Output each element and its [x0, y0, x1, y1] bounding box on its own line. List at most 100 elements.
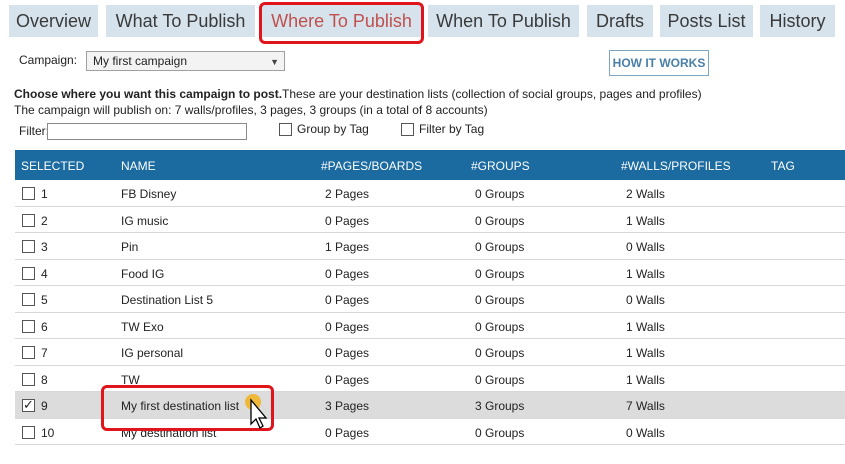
- row-select-checkbox[interactable]: [22, 240, 35, 253]
- row-select-checkbox[interactable]: [22, 397, 35, 413]
- filter-input[interactable]: [47, 123, 247, 140]
- instructions-text: Choose where you want this campaign to p…: [14, 87, 702, 101]
- table-row[interactable]: 9 My first destination list 3 Pages 3 Group…: [15, 392, 845, 419]
- table-row[interactable]: 8 TW 0 Pages 0 Groups 1 Walls: [15, 365, 845, 392]
- row-groups: 0 Groups: [475, 266, 525, 281]
- row-select-checkbox[interactable]: [22, 425, 35, 439]
- row-number: 3: [41, 240, 48, 254]
- row-select-checkbox[interactable]: [22, 213, 35, 227]
- row-number: 4: [41, 266, 48, 281]
- instructions-bold: Choose where you want this campaign to p…: [14, 87, 283, 101]
- row-groups: 3 Groups: [475, 399, 525, 413]
- row-pages: 0 Pages: [325, 293, 370, 307]
- tab-bar: Overview What To Publish Where To Publis…: [0, 0, 845, 44]
- row-groups: 0 Groups: [475, 213, 525, 228]
- row-groups: 0 Groups: [475, 187, 525, 201]
- row-pages: 0 Pages: [325, 319, 370, 334]
- row-pages: 0 Pages: [325, 372, 370, 387]
- row-number: 1: [41, 187, 48, 201]
- row-walls: 7 Walls: [626, 399, 665, 413]
- row-pages: 1 Pages: [325, 240, 370, 254]
- row-name: Destination List 5: [121, 293, 214, 307]
- row-name: IG personal: [121, 346, 184, 360]
- row-number: 7: [41, 346, 48, 360]
- row-pages: 3 Pages: [325, 399, 370, 413]
- row-walls: 0 Walls: [626, 425, 665, 440]
- row-groups: 0 Groups: [475, 425, 525, 440]
- header-name[interactable]: NAME: [121, 159, 156, 173]
- header-tag[interactable]: TAG: [771, 159, 795, 173]
- table-row[interactable]: 1 FB Disney 2 Pages 0 Groups 2 Walls: [15, 180, 845, 207]
- row-groups: 0 Groups: [475, 319, 525, 334]
- row-select-checkbox[interactable]: [22, 266, 35, 280]
- row-number: 9: [41, 399, 48, 413]
- row-number: 6: [41, 319, 48, 334]
- filter-by-tag-checkbox[interactable]: [401, 123, 414, 136]
- header-selected[interactable]: SELECTED: [21, 159, 84, 173]
- row-number: 2: [41, 213, 48, 228]
- row-name: FB Disney: [121, 187, 177, 201]
- row-groups: 0 Groups: [475, 293, 525, 307]
- row-pages: 0 Pages: [325, 346, 370, 360]
- row-name: My destination list: [121, 425, 217, 440]
- row-pages: 2 Pages: [325, 187, 370, 201]
- row-pages: 0 Pages: [325, 213, 370, 228]
- row-groups: 0 Groups: [475, 372, 525, 387]
- tab-history[interactable]: History: [760, 5, 835, 37]
- row-name: My first destination list: [121, 399, 240, 413]
- row-select-checkbox[interactable]: [22, 372, 35, 386]
- table-row[interactable]: 3 Pin 1 Pages 0 Groups 0 Walls: [15, 233, 845, 260]
- row-name: TW Exo: [121, 319, 164, 334]
- filter-by-tag-label: Filter by Tag: [419, 122, 485, 136]
- publish-summary: The campaign will publish on: 7 walls/pr…: [14, 103, 488, 117]
- campaign-select-value: My first campaign: [93, 54, 188, 68]
- instructions-rest: These are your destination lists (collec…: [282, 87, 702, 101]
- group-by-tag-label: Group by Tag: [297, 122, 369, 136]
- tab-where-to-publish[interactable]: Where To Publish: [262, 5, 421, 37]
- table-header: SELECTED NAME #PAGES/BOARDS #GROUPS #WAL…: [15, 150, 845, 180]
- table-row[interactable]: 5 Destination List 5 0 Pages 0 Groups 0 Wall…: [15, 286, 845, 313]
- row-pages: 0 Pages: [325, 266, 370, 281]
- table-row[interactable]: 2 IG music 0 Pages 0 Groups 1 Walls: [15, 206, 845, 233]
- group-by-tag-checkbox[interactable]: [279, 123, 292, 136]
- row-number: 10: [41, 425, 55, 440]
- row-select-checkbox[interactable]: [22, 319, 35, 333]
- row-groups: 0 Groups: [475, 346, 525, 360]
- row-walls: 2 Walls: [626, 187, 665, 201]
- tab-when-to-publish[interactable]: When To Publish: [428, 5, 579, 37]
- row-walls: 1 Walls: [626, 346, 665, 360]
- row-groups: 0 Groups: [475, 240, 525, 254]
- row-select-checkbox[interactable]: [22, 346, 35, 359]
- header-groups[interactable]: #GROUPS: [471, 159, 530, 173]
- row-walls: 1 Walls: [626, 266, 665, 281]
- row-walls: 0 Walls: [626, 293, 665, 307]
- filter-label: Filter:: [19, 124, 49, 138]
- row-select-checkbox[interactable]: [22, 293, 35, 306]
- table-row[interactable]: 10 My destination list 0 Pages 0 Groups 0 Wa…: [15, 418, 845, 445]
- row-name: Pin: [121, 240, 139, 254]
- row-select-checkbox[interactable]: [22, 187, 35, 200]
- table-row[interactable]: 4 Food IG 0 Pages 0 Groups 1 Walls: [15, 259, 845, 286]
- campaign-select[interactable]: My first campaign ▼: [86, 51, 285, 71]
- row-number: 5: [41, 293, 48, 307]
- tab-what-to-publish[interactable]: What To Publish: [106, 5, 255, 37]
- tab-drafts[interactable]: Drafts: [587, 5, 653, 37]
- row-number: 8: [41, 372, 48, 387]
- header-pages[interactable]: #PAGES/BOARDS: [321, 159, 422, 173]
- row-walls: 1 Walls: [626, 319, 665, 334]
- row-name: Food IG: [121, 266, 165, 281]
- tab-overview[interactable]: Overview: [9, 5, 98, 37]
- tab-posts-list[interactable]: Posts List: [660, 5, 753, 37]
- how-it-works-button[interactable]: HOW IT WORKS: [609, 50, 709, 76]
- row-walls: 1 Walls: [626, 213, 665, 228]
- campaign-label: Campaign:: [19, 53, 78, 67]
- row-walls: 0 Walls: [626, 240, 665, 254]
- header-walls[interactable]: #WALLS/PROFILES: [621, 159, 731, 173]
- row-name: TW: [121, 372, 140, 387]
- table-row[interactable]: 6 TW Exo 0 Pages 0 Groups 1 Walls: [15, 312, 845, 339]
- chevron-down-icon: ▼: [270, 57, 279, 67]
- row-name: IG music: [121, 213, 169, 228]
- table-row[interactable]: 7 IG personal 0 Pages 0 Groups 1 Walls: [15, 339, 845, 366]
- row-pages: 0 Pages: [325, 425, 370, 440]
- row-walls: 1 Walls: [626, 372, 665, 387]
